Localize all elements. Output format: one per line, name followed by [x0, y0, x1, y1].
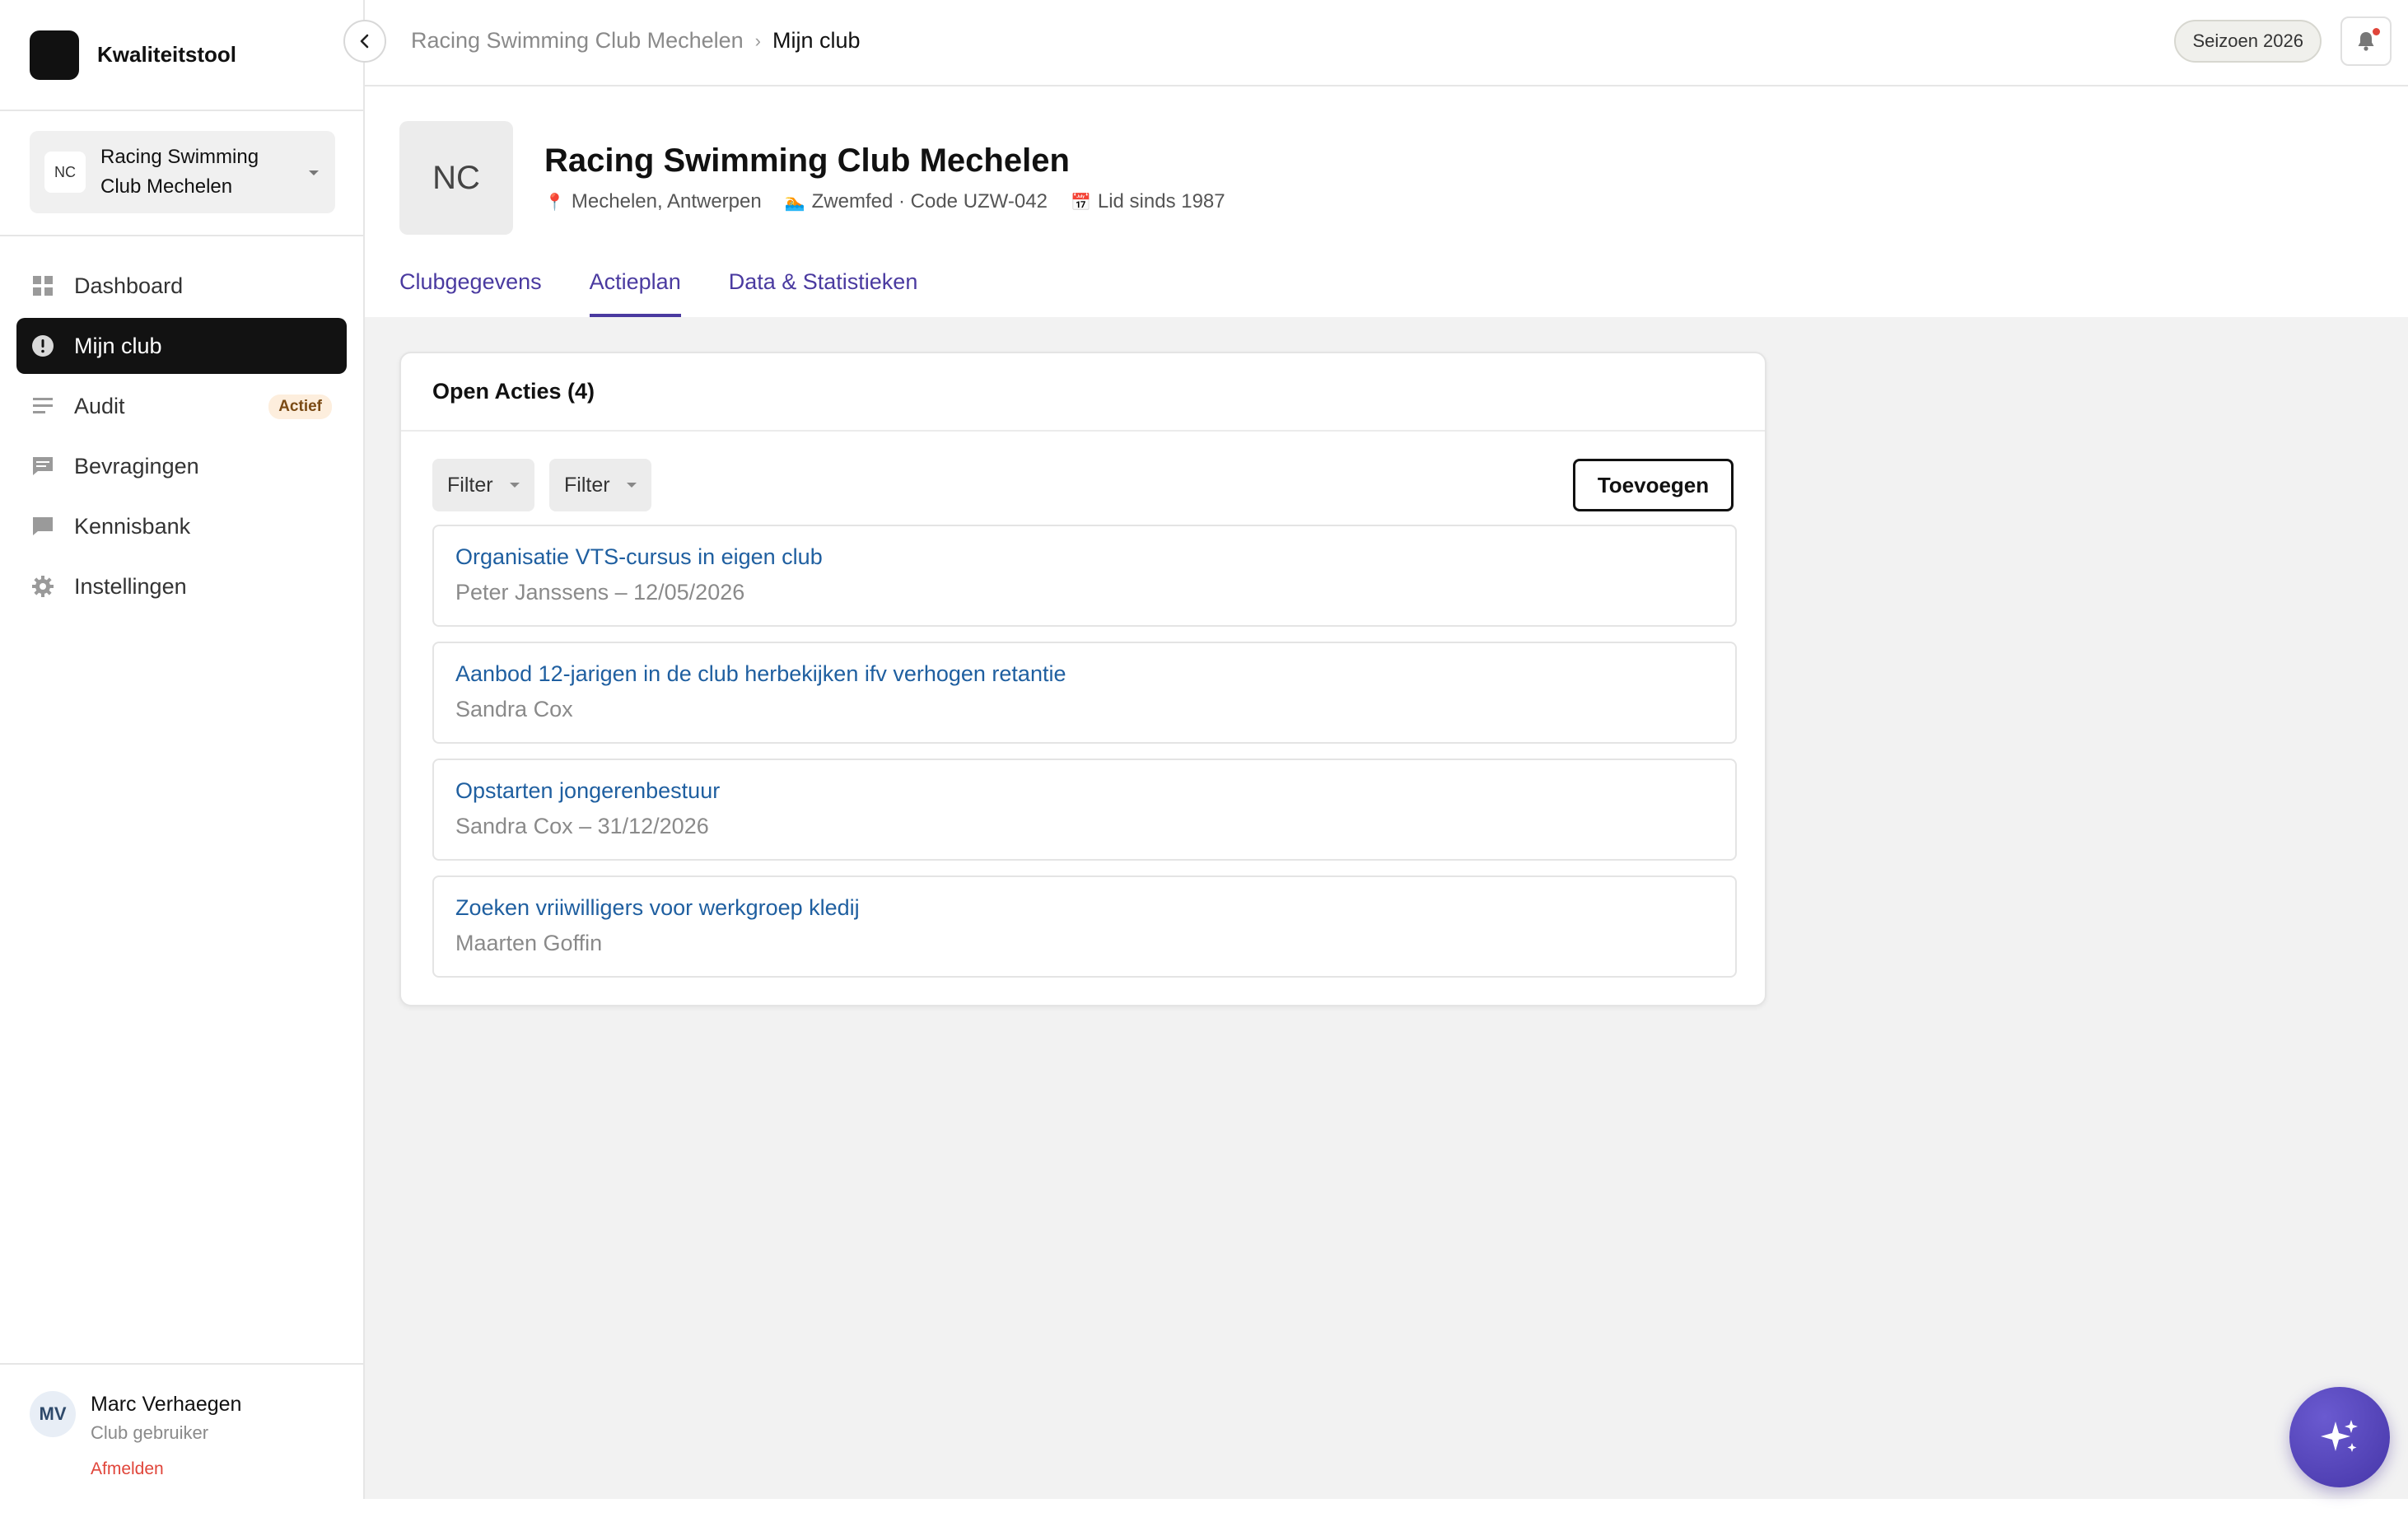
club-avatar: NC [399, 121, 513, 235]
sidebar-item-audit[interactable]: Audit Actief [16, 378, 347, 434]
action-list: Organisatie VTS-cursus in eigen club Pet… [432, 525, 1737, 992]
club-federation-text: Zwemfed · Code UZW-042 [811, 190, 1048, 212]
chevron-left-icon [360, 34, 369, 49]
action-subtitle: Maarten Goffin [455, 931, 603, 955]
sidebar-item-bevragingen[interactable]: Bevragingen [16, 438, 347, 494]
sidebar-item-label: Dashboard [74, 273, 184, 298]
card-title: Open Acties (4) [401, 353, 1765, 432]
sidebar-item-label: Mijn club [74, 333, 162, 358]
swimmer-icon: 🏊 [784, 193, 805, 212]
club-federation: 🏊 Zwemfed · Code UZW-042 [785, 190, 1048, 213]
list-item[interactable]: Zoeken vriiwilligers voor werkgroep kled… [432, 875, 1737, 978]
ai-assistant-button[interactable] [2289, 1387, 2390, 1487]
sidebar-nav: Dashboard Mijn club Audit Actief Bevragi… [0, 236, 363, 614]
avatar: MV [30, 1391, 76, 1437]
breadcrumb-separator: › [754, 30, 761, 51]
notifications-button[interactable] [2340, 16, 2392, 66]
comment-icon [31, 515, 54, 538]
sidebar-item-kennisbank[interactable]: Kennisbank [16, 498, 347, 554]
tab-data-statistieken[interactable]: Data & Statistieken [729, 269, 918, 317]
action-subtitle: Peter Janssens – 12/05/2026 [455, 580, 745, 605]
club-selector-badge: NC [44, 152, 86, 193]
tab-clubgegevens[interactable]: Clubgegevens [399, 269, 542, 317]
collapse-sidebar-button[interactable] [343, 20, 386, 63]
sidebar-item-dashboard[interactable]: Dashboard [16, 258, 347, 314]
sidebar-item-label: Bevragingen [74, 453, 199, 479]
tab-actieplan[interactable]: Actieplan [589, 269, 681, 317]
action-title[interactable]: Opstarten jongerenbestuur [455, 778, 1735, 804]
user-panel: MV Marc Verhaegen Club gebruiker Afmelde… [0, 1363, 363, 1499]
action-subtitle: Sandra Cox [455, 697, 573, 721]
alert-circle-icon [31, 334, 54, 357]
list-item[interactable]: Organisatie VTS-cursus in eigen club Pet… [432, 525, 1737, 627]
list-item[interactable]: Aanbod 12-jarigen in de club herbekijken… [432, 642, 1737, 744]
app-logo [30, 30, 79, 80]
add-action-button[interactable]: Toevoegen [1573, 459, 1734, 511]
club-since-text: Lid sinds 1987 [1097, 190, 1225, 212]
main-content: Open Acties (4) Filter Filter Toevoegen … [365, 317, 2408, 1499]
sidebar-item-label: Instellingen [74, 573, 187, 599]
filter-label: Filter [447, 473, 493, 497]
logout-link[interactable]: Afmelden [91, 1459, 164, 1479]
action-title[interactable]: Organisatie VTS-cursus in eigen club [455, 544, 1735, 570]
user-role: Club gebruiker [91, 1422, 209, 1443]
chat-icon [31, 455, 54, 478]
page-title: Racing Swimming Club Mechelen [544, 142, 1070, 179]
brand[interactable]: Kwaliteitstool [0, 0, 363, 111]
club-location-text: Mechelen, Antwerpen [571, 190, 762, 212]
notification-dot [2373, 28, 2380, 35]
chevron-down-icon [509, 483, 520, 488]
action-title[interactable]: Zoeken vriiwilligers voor werkgroep kled… [455, 895, 1735, 921]
tab-bar: Clubgegevens Actieplan Data & Statistiek… [399, 269, 965, 317]
list-icon [31, 395, 54, 418]
calendar-icon: 📅 [1070, 193, 1091, 212]
filter-dropdown-1[interactable]: Filter [432, 459, 534, 511]
action-title[interactable]: Aanbod 12-jarigen in de club herbekijken… [455, 661, 1735, 687]
pin-icon: 📍 [544, 193, 565, 212]
list-item[interactable]: Opstarten jongerenbestuur Sandra Cox – 3… [432, 759, 1737, 861]
club-meta: 📍 Mechelen, Antwerpen 🏊 Zwemfed · Code U… [544, 190, 1248, 213]
filter-label: Filter [564, 473, 610, 497]
sidebar-item-label: Audit [74, 393, 125, 418]
chevron-down-icon [626, 483, 637, 488]
club-selector[interactable]: NC Racing Swimming Club Mechelen [30, 131, 335, 213]
sidebar-item-instellingen[interactable]: Instellingen [16, 558, 347, 614]
club-selector-name: Racing Swimming Club Mechelen [100, 146, 259, 198]
club-selector-section: NC Racing Swimming Club Mechelen [0, 111, 363, 236]
open-actions-card: Open Acties (4) Filter Filter Toevoegen … [399, 352, 1766, 1006]
sparkles-icon [2321, 1420, 2358, 1452]
grid-icon [31, 274, 54, 297]
filter-dropdown-2[interactable]: Filter [549, 459, 651, 511]
sidebar-item-label: Kennisbank [74, 513, 191, 539]
status-badge: Actief [268, 395, 332, 419]
sidebar: Kwaliteitstool NC Racing Swimming Club M… [0, 0, 365, 1499]
sidebar-item-mijn-club[interactable]: Mijn club [16, 318, 347, 374]
user-name: Marc Verhaegen [91, 1393, 242, 1416]
app-name: Kwaliteitstool [97, 42, 237, 67]
breadcrumb-parent[interactable]: Racing Swimming Club Mechelen [411, 28, 744, 54]
chevron-down-icon [309, 170, 319, 175]
breadcrumb: Racing Swimming Club Mechelen › Mijn clu… [411, 28, 861, 54]
club-location: 📍 Mechelen, Antwerpen [544, 190, 762, 213]
season-selector[interactable]: Seizoen 2026 [2174, 20, 2322, 63]
breadcrumb-current: Mijn club [772, 28, 861, 53]
action-subtitle: Sandra Cox – 31/12/2026 [455, 814, 709, 838]
club-since: 📅 Lid sinds 1987 [1071, 190, 1225, 213]
topbar: Racing Swimming Club Mechelen › Mijn clu… [343, 0, 2408, 86]
gear-icon [31, 575, 54, 598]
club-header: NC Racing Swimming Club Mechelen 📍 Meche… [365, 86, 2408, 317]
